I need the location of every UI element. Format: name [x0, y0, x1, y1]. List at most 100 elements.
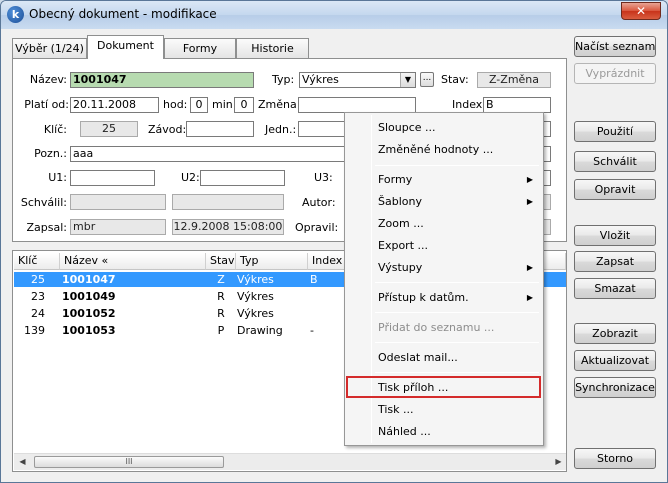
typ-browse-button[interactable]: ... [420, 72, 434, 87]
cell-stav: R [217, 307, 225, 320]
zapsal-date-field: 12.9.2008 15:08:00 [172, 219, 284, 235]
typ-select-value: Výkres [302, 73, 339, 86]
nazev-label: Název: [29, 73, 67, 86]
main-window: k Obecný dokument - modifikace ✕ Výběr (… [0, 0, 668, 483]
cell-typ: Výkres [237, 273, 274, 286]
jedn-label: Jedn.: [265, 123, 297, 136]
smazat-button[interactable]: Smazat [574, 278, 656, 299]
menu-item-pristup-k-datum[interactable]: Přístup k datům. ▶ [347, 287, 541, 309]
tab-historie[interactable]: Historie [236, 38, 309, 59]
storno-button[interactable]: Storno [574, 448, 656, 469]
cell-nazev: 1001049 [62, 290, 116, 303]
grid-header-stav[interactable]: Stav [206, 253, 236, 270]
platiod-label: Platí od: [24, 98, 69, 111]
menu-item-vystupy[interactable]: Výstupy ▶ [347, 257, 541, 279]
menu-item-sablony-label: Šablony [378, 195, 422, 208]
window-title: Obecný dokument - modifikace [29, 7, 217, 21]
cell-typ: Výkres [237, 290, 274, 303]
klic-field: 25 [80, 121, 138, 137]
cell-klic: 24 [31, 307, 45, 320]
menu-item-pridat-do-seznamu[interactable]: Přidat do seznamu ... [347, 317, 541, 339]
hod-label: hod: [163, 98, 188, 111]
pozn-field[interactable]: aaa [70, 146, 360, 162]
cell-stav: P [217, 324, 225, 337]
vlozit-button[interactable]: Vložit [574, 225, 656, 246]
min-field[interactable]: 0 [234, 97, 254, 113]
menu-separator [375, 372, 539, 373]
autor-label: Autor: [302, 196, 336, 209]
menu-item-zoom[interactable]: Zoom ... [347, 213, 541, 235]
zobrazit-button[interactable]: Zobrazit [574, 323, 656, 344]
scroll-thumb[interactable]: III [34, 456, 224, 468]
title-bar: k Obecný dokument - modifikace ✕ [1, 1, 667, 29]
menu-item-zmenene-hodnoty[interactable]: Změněné hodnoty ... [347, 139, 541, 161]
menu-item-sloupce[interactable]: Sloupce ... [347, 117, 541, 139]
u1-label: U1: [48, 171, 67, 184]
cell-typ: Výkres [237, 307, 274, 320]
tab-vyber[interactable]: Výběr (1/24) [12, 38, 87, 59]
pouziti-button[interactable]: Použití [574, 121, 656, 142]
vyprazdnit-button[interactable]: Vyprázdnit [574, 63, 656, 84]
schvalit-button[interactable]: Schválit [574, 151, 656, 172]
grid-header-klic[interactable]: Klíč [14, 253, 60, 270]
cell-stav: Z [217, 273, 225, 286]
close-button[interactable]: ✕ [621, 2, 661, 20]
u2-field[interactable] [200, 170, 285, 186]
index-label: Index: [452, 98, 486, 111]
menu-item-sablony[interactable]: Šablony ▶ [347, 191, 541, 213]
synchronizace-button[interactable]: Synchronizace [574, 377, 656, 398]
menu-item-pristup-label: Přístup k datům. [378, 291, 469, 304]
opravil-label: Opravil: [295, 221, 339, 234]
pozn-label: Pozn.: [34, 147, 67, 160]
zapsal-field: mbr [70, 219, 166, 235]
aktualizovat-button[interactable]: Aktualizovat [574, 350, 656, 371]
menu-separator [375, 282, 539, 283]
typ-select[interactable]: Výkres ▼ [299, 72, 416, 88]
tab-dokument[interactable]: Dokument [87, 35, 164, 59]
menu-item-formy-label: Formy [378, 173, 413, 186]
hod-field[interactable]: 0 [190, 97, 208, 113]
u3-label: U3: [314, 171, 333, 184]
schvalil-label: Schválil: [20, 196, 67, 209]
index-field[interactable]: B [483, 97, 551, 113]
menu-item-vystupy-label: Výstupy [378, 261, 423, 274]
cell-klic: 25 [31, 273, 45, 286]
cell-nazev: 1001052 [62, 307, 116, 320]
min-label: min: [212, 98, 237, 111]
submenu-arrow-icon: ▶ [526, 197, 533, 206]
cell-nazev: 1001053 [62, 324, 116, 337]
menu-separator [375, 165, 539, 166]
typ-label: Typ: [272, 73, 295, 86]
nacist-seznam-button[interactable]: Načíst seznam [574, 36, 656, 57]
menu-item-export[interactable]: Export ... [347, 235, 541, 257]
scroll-left-icon[interactable]: ◀ [14, 454, 31, 470]
chevron-down-icon[interactable]: ▼ [400, 73, 415, 87]
menu-item-tisk[interactable]: Tisk ... [347, 399, 541, 421]
tab-formy[interactable]: Formy [164, 38, 236, 59]
stav-label: Stav: [441, 73, 469, 86]
zavod-field[interactable] [186, 121, 254, 137]
submenu-arrow-icon: ▶ [526, 175, 533, 184]
u2-label: U2: [181, 171, 200, 184]
opravit-button[interactable]: Opravit [574, 179, 656, 200]
cell-klic: 23 [31, 290, 45, 303]
menu-item-formy[interactable]: Formy ▶ [347, 169, 541, 191]
menu-separator [375, 312, 539, 313]
u1-field[interactable] [70, 170, 155, 186]
zmena-field[interactable] [298, 97, 416, 113]
klic-label: Klíč: [43, 123, 67, 136]
nazev-field[interactable]: 1001047 [70, 72, 254, 88]
grid-header-typ[interactable]: Typ [236, 253, 308, 270]
zapsat-button[interactable]: Zapsat [574, 251, 656, 272]
schvalil-field [70, 194, 166, 210]
menu-item-nahled[interactable]: Náhled ... [347, 421, 541, 443]
grid-header-nazev[interactable]: Název « [60, 253, 206, 270]
horizontal-scrollbar[interactable]: ◀ III ▶ [14, 453, 566, 470]
menu-item-odeslat-mail[interactable]: Odeslat mail... [347, 347, 541, 369]
zavod-label: Závod: [148, 123, 187, 136]
scroll-right-icon[interactable]: ▶ [550, 454, 566, 470]
highlight-annotation-box [346, 376, 541, 398]
platiod-field[interactable]: 20.11.2008 [70, 97, 159, 113]
cell-nazev: 1001047 [62, 273, 116, 286]
cell-stav: R [217, 290, 225, 303]
